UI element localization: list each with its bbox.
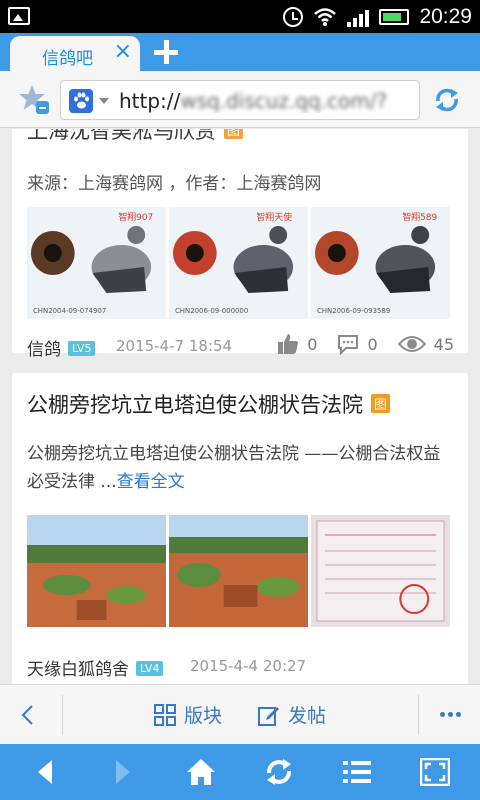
image-badge: 图 <box>224 129 244 139</box>
alarm-icon <box>283 6 304 27</box>
pigeon-label: 智翔589 <box>402 211 437 223</box>
bookmark-star-icon[interactable] <box>18 83 50 115</box>
thumbs-up-icon <box>278 334 299 354</box>
status-bar: 20:29 <box>0 0 480 33</box>
comment-stat[interactable]: 0 <box>337 333 378 355</box>
url-field[interactable]: http://wsq.discuz.qq.com/? <box>60 80 420 120</box>
post-card[interactable]: 上海沈智昊淞鸟欣赏图 来源：上海赛鸽网 ，作者：上海赛鸽网 智翔907 CHN2… <box>12 129 468 360</box>
tab-active[interactable]: 信鸽吧 × <box>10 36 140 71</box>
post-source: 来源：上海赛鸽网 ，作者：上海赛鸽网 <box>27 174 322 194</box>
edit-icon <box>258 706 279 726</box>
forward-icon[interactable] <box>108 758 138 786</box>
back-chevron-icon[interactable] <box>18 703 38 727</box>
fullscreen-icon[interactable] <box>420 758 450 786</box>
pigeon-ring: CHN2006-09-000000 <box>175 307 248 315</box>
post-date: 2015-4-7 18:54 <box>116 337 233 355</box>
comment-icon <box>338 335 359 355</box>
level-badge: LV5 <box>68 341 96 356</box>
view-stat: 45 <box>397 334 454 354</box>
like-count: 0 <box>307 334 318 354</box>
tab-close-button[interactable]: × <box>114 41 132 63</box>
menu-list-icon[interactable] <box>342 758 372 786</box>
new-post-label: 发帖 <box>288 705 327 727</box>
like-stat[interactable]: 0 <box>277 333 317 355</box>
read-more-link[interactable]: 查看全文 <box>117 472 185 492</box>
court-document-image[interactable] <box>311 515 450 627</box>
wifi-icon <box>314 7 337 26</box>
grid-icon <box>154 703 176 726</box>
tab-title: 信鸽吧 <box>42 49 93 69</box>
pigeon-label: 智翔907 <box>118 211 153 223</box>
more-icon[interactable] <box>440 712 461 717</box>
post-feed[interactable]: 上海沈智昊淞鸟欣赏图 来源：上海赛鸽网 ，作者：上海赛鸽网 智翔907 CHN2… <box>0 129 480 684</box>
post-stats: 0 0 45 <box>265 333 454 355</box>
url-text: http://wsq.discuz.qq.com/? <box>119 89 388 113</box>
refresh-icon[interactable] <box>432 85 462 115</box>
construction-site-image[interactable] <box>169 515 308 627</box>
browser-nav-bar <box>0 744 480 800</box>
board-label: 版块 <box>184 705 223 727</box>
pigeon-ring: CHN2006-09-093589 <box>317 307 390 315</box>
divider <box>418 695 419 735</box>
board-button[interactable]: 版块 <box>154 701 222 728</box>
divider <box>62 695 63 735</box>
new-tab-button[interactable] <box>152 38 180 66</box>
battery-icon <box>379 8 410 25</box>
home-icon[interactable] <box>186 758 216 786</box>
construction-site-image[interactable] <box>27 515 166 627</box>
post-date: 2015-4-4 20:27 <box>190 657 307 675</box>
image-badge: 图 <box>371 394 391 413</box>
post-images[interactable]: 智翔907 CHN2004-09-074907 智翔天使 CHN2006-09-… <box>27 207 450 319</box>
pigeon-label: 智翔天使 <box>256 211 292 223</box>
pigeon-image[interactable]: 智翔天使 CHN2006-09-000000 <box>169 207 308 319</box>
pigeon-ring: CHN2004-09-074907 <box>33 307 106 315</box>
pigeon-image[interactable]: 智翔589 CHN2006-09-093589 <box>311 207 450 319</box>
post-author[interactable]: 信鸽 LV5 <box>27 335 96 360</box>
new-post-button[interactable]: 发帖 <box>258 701 326 728</box>
level-badge: LV4 <box>136 661 164 676</box>
pigeon-image[interactable]: 智翔907 CHN2004-09-074907 <box>27 207 166 319</box>
paw-icon[interactable] <box>69 89 93 113</box>
address-row: http://wsq.discuz.qq.com/? <box>0 71 480 128</box>
forum-action-bar: 版块 发帖 <box>0 684 480 744</box>
back-icon[interactable] <box>30 758 60 786</box>
comment-count: 0 <box>367 334 378 354</box>
tab-bar: 信鸽吧 × <box>0 33 480 71</box>
post-images[interactable] <box>27 515 450 627</box>
post-card[interactable]: 公棚旁挖坑立电塔迫使公棚状告法院图 公棚旁挖坑立电塔迫使公棚状告法院 ——公棚合… <box>12 373 468 684</box>
clock: 20:29 <box>419 4 472 28</box>
eye-icon <box>397 336 426 352</box>
post-title[interactable]: 公棚旁挖坑立电塔迫使公棚状告法院图 <box>27 389 391 419</box>
gallery-notification-icon <box>8 7 30 25</box>
view-count: 45 <box>433 334 454 354</box>
chevron-down-icon[interactable] <box>99 98 109 104</box>
reload-icon[interactable] <box>264 758 294 786</box>
post-author[interactable]: 天缘白狐鸽舍 LV4 <box>27 655 164 680</box>
post-title[interactable]: 上海沈智昊淞鸟欣赏图 <box>27 129 244 145</box>
post-summary: 公棚旁挖坑立电塔迫使公棚状告法院 ——公棚合法权益必受法律 ...查看全文 <box>27 444 441 492</box>
signal-icon <box>347 7 370 27</box>
